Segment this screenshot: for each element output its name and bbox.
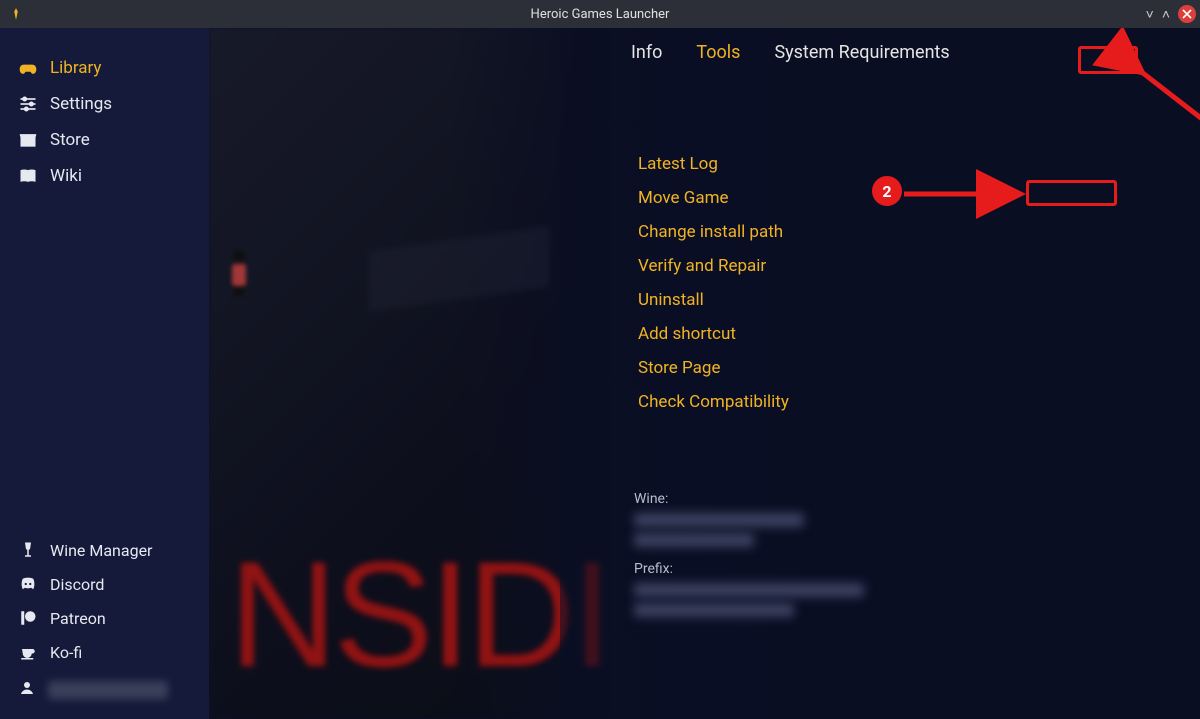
store-icon	[18, 130, 38, 150]
sidebar-label: Store	[50, 130, 90, 150]
wine-label: Wine:	[634, 491, 1160, 507]
tool-verify-repair[interactable]: Verify and Repair	[634, 249, 1160, 283]
gamepad-icon	[18, 58, 38, 78]
sidebar-item-library[interactable]: Library	[18, 50, 191, 86]
wine-icon	[18, 540, 38, 560]
prefix-value-redacted	[634, 603, 794, 617]
sidebar: Library Settings Store Wiki	[0, 28, 209, 719]
patreon-icon	[18, 608, 38, 628]
close-button[interactable]	[1178, 5, 1196, 23]
maximize-icon[interactable]: ˄	[1162, 6, 1170, 23]
tool-check-compatibility[interactable]: Check Compatibility	[634, 385, 1160, 419]
tool-uninstall[interactable]: Uninstall	[634, 283, 1160, 317]
sidebar-item-wiki[interactable]: Wiki	[18, 158, 191, 194]
window-title: Heroic Games Launcher	[531, 7, 670, 22]
sidebar-item-store[interactable]: Store	[18, 122, 191, 158]
user-icon	[18, 679, 36, 701]
sidebar-label: Patreon	[50, 609, 106, 628]
sliders-icon	[18, 94, 38, 114]
main-content: NSIDI Info Tools System Requirements Lat…	[209, 28, 1200, 719]
annotation-arrow-1	[1119, 58, 1200, 172]
app-icon	[8, 6, 24, 22]
sidebar-label: Ko-fi	[50, 643, 82, 662]
sidebar-label: Settings	[50, 94, 112, 114]
username-redacted	[48, 681, 168, 699]
sidebar-label: Wiki	[50, 166, 82, 186]
sidebar-label: Discord	[50, 575, 104, 594]
wine-value-redacted	[634, 533, 754, 547]
tool-latest-log[interactable]: Latest Log	[634, 147, 1160, 181]
tool-add-shortcut[interactable]: Add shortcut	[634, 317, 1160, 351]
game-cover-art: NSIDI	[209, 28, 609, 719]
wine-value-redacted	[634, 513, 804, 527]
tab-info[interactable]: Info	[627, 38, 666, 67]
prefix-label: Prefix:	[634, 561, 1160, 577]
tool-store-page[interactable]: Store Page	[634, 351, 1160, 385]
minimize-icon[interactable]: ˅	[1146, 6, 1154, 23]
sidebar-item-wine-manager[interactable]: Wine Manager	[18, 533, 191, 567]
user-row[interactable]	[18, 669, 191, 701]
game-logo-text: NSIDI	[229, 539, 609, 689]
discord-icon	[18, 574, 38, 594]
coffee-icon	[18, 642, 38, 662]
sidebar-label: Library	[50, 58, 101, 78]
prefix-value-redacted	[634, 583, 864, 597]
book-icon	[18, 166, 38, 186]
annotation-badge-2: 2	[872, 176, 902, 206]
sidebar-label: Wine Manager	[50, 541, 152, 560]
tool-change-install-path[interactable]: Change install path	[634, 215, 1160, 249]
sidebar-item-patreon[interactable]: Patreon	[18, 601, 191, 635]
annotation-arrow-2	[904, 184, 1034, 208]
annotation-highlight-move-game	[1026, 180, 1117, 206]
sidebar-item-kofi[interactable]: Ko-fi	[18, 635, 191, 669]
tab-system-requirements[interactable]: System Requirements	[770, 38, 953, 67]
tab-tools[interactable]: Tools	[692, 38, 744, 67]
sidebar-item-discord[interactable]: Discord	[18, 567, 191, 601]
sidebar-item-settings[interactable]: Settings	[18, 86, 191, 122]
titlebar: Heroic Games Launcher ˅ ˄	[0, 0, 1200, 28]
